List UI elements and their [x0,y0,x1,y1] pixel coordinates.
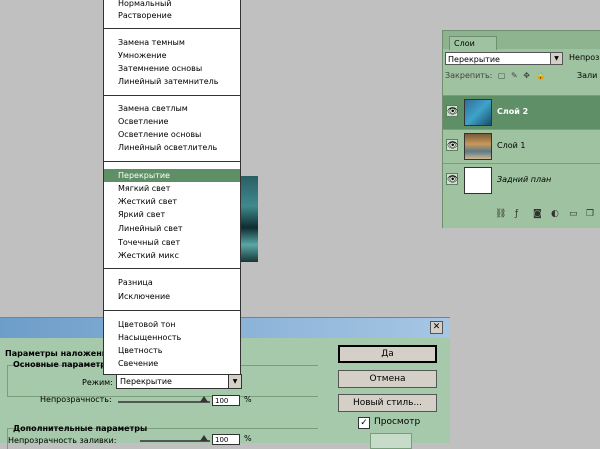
fill-opacity-label: Непрозрачность заливки: [8,436,117,445]
blend-option[interactable]: Линейный затемнитель [104,75,240,88]
layer-fill-label: Зали [577,71,598,80]
separator [104,268,240,269]
blend-option[interactable]: Умножение [104,49,240,62]
mode-label: Режим: [82,378,113,387]
eye-icon[interactable]: 👁 [446,105,458,117]
lock-row: Закрепить: ▢ ✎ ✥ 🔒 Зали [445,71,599,85]
chevron-down-icon[interactable]: ▼ [550,53,562,64]
layer-blend-mode-select[interactable]: Перекрытие ▼ [445,52,563,65]
blend-option[interactable]: Линейный свет [104,222,240,235]
new-style-button[interactable]: Новый стиль... [338,394,437,412]
mask-icon[interactable]: ◙ [533,209,542,219]
blend-option[interactable]: Осветление [104,115,240,128]
opacity-input[interactable]: 100 [212,395,240,406]
blend-option[interactable]: Замена темным [104,36,240,49]
blend-option[interactable]: Исключение [104,290,240,303]
blending-options-heading: Параметры наложения [5,349,113,358]
basic-group-label: Основные параметры [13,360,114,369]
fill-opacity-input[interactable]: 100 [212,434,240,445]
blend-option-selected[interactable]: Перекрытие [104,169,240,182]
blend-option[interactable]: Растворение [104,9,240,22]
opacity-label: Непрозрачность: [40,395,112,404]
link-icon[interactable]: ⛓ [495,209,506,219]
canvas-image [241,176,258,262]
new-layer-icon[interactable]: ❐ [586,209,594,219]
tab-layers[interactable]: Слои [449,36,497,50]
layers-tabbar: Слои [443,31,600,50]
layer-row-layer1[interactable]: 👁 Слой 1 [443,129,600,164]
blend-option[interactable]: Цветность [104,344,240,357]
layer-row-layer2[interactable]: 👁 Слой 2 [443,95,600,130]
blend-option[interactable]: Жесткий микс [104,249,240,262]
separator [104,310,240,311]
lock-move-icon[interactable]: ✥ [523,71,530,80]
blend-option[interactable]: Линейный осветлитель [104,141,240,154]
layer-thumbnail [464,99,492,126]
layer-thumbnail [464,167,492,194]
blend-option[interactable]: Замена светлым [104,102,240,115]
lock-label: Закрепить: [445,71,493,80]
layer-name: Задний план [497,175,552,184]
separator [104,28,240,29]
style-preview-swatch [370,433,412,449]
layers-footer: ⛓ ƒ ◙ ◐ ▭ ❐ [443,209,600,223]
lock-transparency-icon[interactable]: ▢ [498,71,506,80]
eye-icon[interactable]: 👁 [446,139,458,151]
blend-mode-dropdown-list[interactable]: Нормальный Растворение Замена темным Умн… [103,0,241,375]
blend-option[interactable]: Точечный свет [104,236,240,249]
mode-select[interactable]: Перекрытие ▼ [116,374,242,389]
blend-option[interactable]: Осветление основы [104,128,240,141]
fx-icon[interactable]: ƒ [515,209,518,219]
blend-option[interactable]: Мягкий свет [104,182,240,195]
eye-icon[interactable]: 👁 [446,173,458,185]
layer-blend-mode-value: Перекрытие [448,55,500,64]
folder-icon[interactable]: ▭ [569,209,578,219]
lock-paint-icon[interactable]: ✎ [511,71,518,80]
layer-name: Слой 2 [497,107,529,116]
percent-label: % [244,395,252,404]
layer-name: Слой 1 [497,141,526,150]
advanced-group-label: Дополнительные параметры [13,424,148,433]
blend-option[interactable]: Цветовой тон [104,318,240,331]
blend-option[interactable]: Затемнение основы [104,62,240,75]
preview-label: Просмотр [374,417,421,427]
preview-checkbox[interactable]: ✓ [358,417,370,429]
adjustment-icon[interactable]: ◐ [551,209,559,219]
chevron-down-icon[interactable]: ▼ [228,375,241,388]
layer-row-background[interactable]: 👁 Задний план [443,163,600,198]
fill-opacity-slider-thumb[interactable] [200,435,208,441]
cancel-button[interactable]: Отмена [338,370,437,388]
separator [104,161,240,162]
separator [104,95,240,96]
mode-value: Перекрытие [120,377,172,386]
blend-option[interactable]: Разница [104,276,240,289]
lock-all-icon[interactable]: 🔒 [536,71,546,80]
layers-panel: Слои Перекрытие ▼ Непроз Закрепить: ▢ ✎ … [442,30,600,228]
blend-option[interactable]: Свечение [104,357,240,370]
ok-button[interactable]: Да [338,345,437,363]
close-icon[interactable]: ✕ [430,321,443,334]
layer-thumbnail [464,133,492,160]
layer-opacity-label: Непроз [569,53,600,62]
opacity-slider[interactable] [118,401,210,403]
blend-option[interactable]: Жесткий свет [104,195,240,208]
blend-option[interactable]: Насыщенность [104,331,240,344]
blend-option[interactable]: Яркий свет [104,208,240,221]
opacity-slider-thumb[interactable] [200,396,208,402]
